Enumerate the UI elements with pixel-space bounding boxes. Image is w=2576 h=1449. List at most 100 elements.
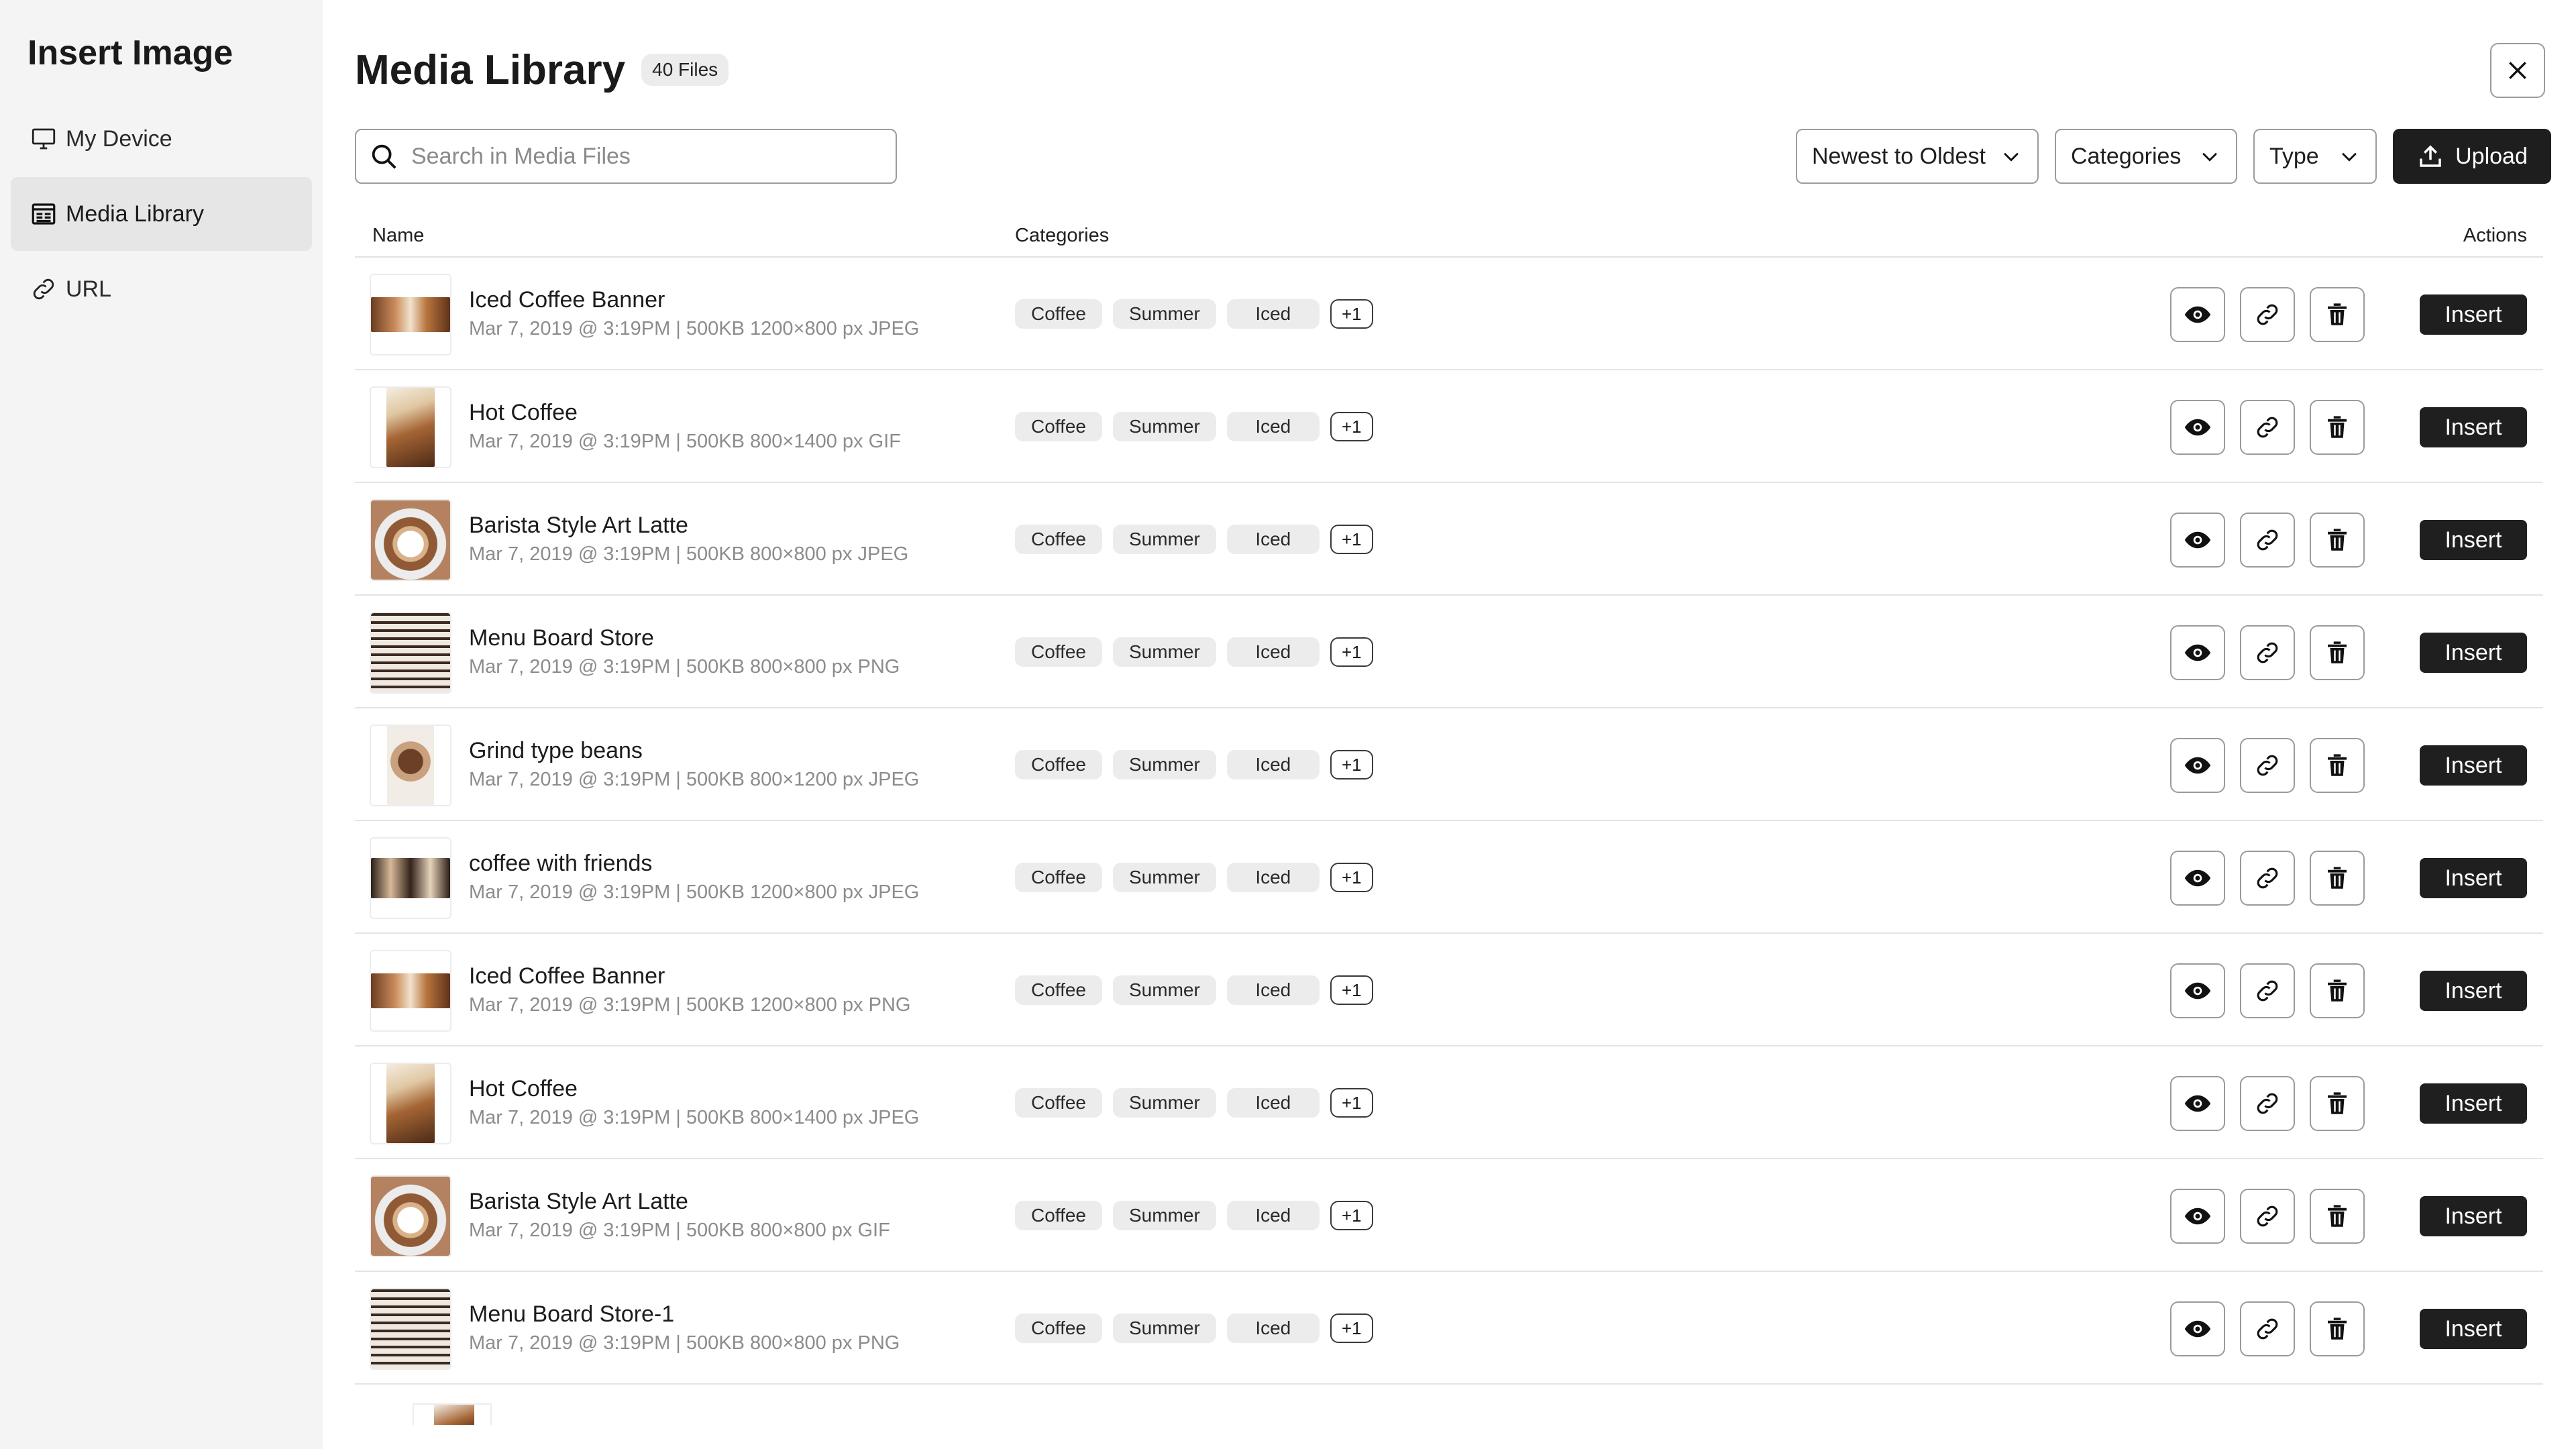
sort-select[interactable]: Newest to Oldest <box>1796 129 2039 184</box>
preview-button[interactable] <box>2170 851 2225 906</box>
thumbnail <box>370 612 451 694</box>
more-categories-badge[interactable]: +1 <box>1330 637 1373 667</box>
file-name: Menu Board Store <box>469 625 654 651</box>
type-select[interactable]: Type <box>2253 129 2377 184</box>
thumbnail <box>370 274 451 356</box>
category-tag-coffee: Coffee <box>1015 525 1102 554</box>
more-categories-badge[interactable]: +1 <box>1330 412 1373 441</box>
categories-select[interactable]: Categories <box>2055 129 2237 184</box>
row-actions: Insert <box>2170 1076 2527 1131</box>
preview-button[interactable] <box>2170 287 2225 342</box>
category-tag-iced: Iced <box>1226 863 1320 892</box>
category-tags: Coffee Summer Iced +1 <box>1015 525 1373 554</box>
insert-button[interactable]: Insert <box>2420 520 2527 560</box>
copy-link-button[interactable] <box>2240 1189 2295 1244</box>
table-row[interactable]: Barista Style Art Latte Mar 7, 2019 @ 3:… <box>355 1159 2543 1272</box>
search-icon <box>372 144 396 169</box>
preview-button[interactable] <box>2170 1189 2225 1244</box>
more-categories-badge[interactable]: +1 <box>1330 863 1373 892</box>
delete-button[interactable] <box>2310 625 2365 680</box>
thumbnail <box>370 950 451 1032</box>
copy-link-button[interactable] <box>2240 738 2295 793</box>
media-table: Name Categories Actions Iced Coffee Bann… <box>355 215 2543 1425</box>
copy-link-button[interactable] <box>2240 1301 2295 1356</box>
insert-button[interactable]: Insert <box>2420 633 2527 673</box>
more-categories-badge[interactable]: +1 <box>1330 975 1373 1005</box>
row-actions: Insert <box>2170 513 2527 568</box>
delete-button[interactable] <box>2310 1189 2365 1244</box>
delete-button[interactable] <box>2310 513 2365 568</box>
more-categories-badge[interactable]: +1 <box>1330 750 1373 780</box>
delete-button[interactable] <box>2310 1301 2365 1356</box>
sidebar-item-my-device[interactable]: My Device <box>11 102 312 176</box>
delete-button[interactable] <box>2310 287 2365 342</box>
link-icon <box>2257 642 2278 663</box>
delete-button[interactable] <box>2310 1076 2365 1131</box>
row-actions: Insert <box>2170 1301 2527 1356</box>
copy-link-button[interactable] <box>2240 1076 2295 1131</box>
insert-button[interactable]: Insert <box>2420 294 2527 335</box>
more-categories-badge[interactable]: +1 <box>1330 1201 1373 1230</box>
table-row[interactable]: Grind type beans Mar 7, 2019 @ 3:19PM | … <box>355 708 2543 821</box>
table-row[interactable]: coffee with friends Mar 7, 2019 @ 3:19PM… <box>355 821 2543 934</box>
preview-button[interactable] <box>2170 738 2225 793</box>
eye-icon <box>2184 306 2211 323</box>
insert-button[interactable]: Insert <box>2420 971 2527 1011</box>
insert-button[interactable]: Insert <box>2420 745 2527 786</box>
close-button[interactable] <box>2490 43 2545 98</box>
delete-button[interactable] <box>2310 400 2365 455</box>
sidebar-item-media-library[interactable]: Media Library <box>11 177 312 251</box>
insert-image-dialog: Insert Image My Device Media Library URL… <box>0 0 2576 1449</box>
link-icon <box>30 275 58 303</box>
category-tags: Coffee Summer Iced +1 <box>1015 863 1373 892</box>
table-row[interactable]: Hot Coffee Mar 7, 2019 @ 3:19PM | 500KB … <box>355 370 2543 483</box>
library-icon <box>30 200 58 228</box>
more-categories-badge[interactable]: +1 <box>1330 299 1373 329</box>
copy-link-button[interactable] <box>2240 400 2295 455</box>
sidebar-item-url[interactable]: URL <box>11 252 312 326</box>
insert-button[interactable]: Insert <box>2420 1309 2527 1349</box>
preview-button[interactable] <box>2170 1076 2225 1131</box>
category-tag-coffee: Coffee <box>1015 637 1102 667</box>
insert-button[interactable]: Insert <box>2420 1196 2527 1236</box>
table-row[interactable]: Barista Style Art Latte Mar 7, 2019 @ 3:… <box>355 483 2543 596</box>
copy-link-button[interactable] <box>2240 625 2295 680</box>
sidebar-item-label: Media Library <box>66 201 204 227</box>
table-row[interactable]: Iced Coffee Banner Mar 7, 2019 @ 3:19PM … <box>355 258 2543 370</box>
category-tag-coffee: Coffee <box>1015 299 1102 329</box>
insert-button[interactable]: Insert <box>2420 1083 2527 1124</box>
delete-button[interactable] <box>2310 851 2365 906</box>
link-icon <box>2257 980 2278 1002</box>
insert-button[interactable]: Insert <box>2420 858 2527 898</box>
table-row[interactable]: Iced Coffee Banner Mar 7, 2019 @ 3:19PM … <box>355 934 2543 1046</box>
table-row[interactable]: Menu Board Store-1 Mar 7, 2019 @ 3:19PM … <box>355 1272 2543 1385</box>
table-row[interactable]: Menu Board Store Mar 7, 2019 @ 3:19PM | … <box>355 596 2543 708</box>
preview-button[interactable] <box>2170 1301 2225 1356</box>
delete-button[interactable] <box>2310 963 2365 1018</box>
category-tag-iced: Iced <box>1226 750 1320 780</box>
search-input[interactable] <box>411 143 881 170</box>
preview-button[interactable] <box>2170 513 2225 568</box>
copy-link-button[interactable] <box>2240 851 2295 906</box>
column-header-categories: Categories <box>1015 224 1110 246</box>
more-categories-badge[interactable]: +1 <box>1330 1088 1373 1118</box>
preview-button[interactable] <box>2170 625 2225 680</box>
file-name: Iced Coffee Banner <box>469 963 665 989</box>
upload-button[interactable]: Upload <box>2393 129 2551 184</box>
copy-link-button[interactable] <box>2240 513 2295 568</box>
table-row[interactable]: Hot Coffee Mar 7, 2019 @ 3:19PM | 500KB … <box>355 1046 2543 1159</box>
category-tag-summer: Summer <box>1113 975 1216 1005</box>
category-tag-summer: Summer <box>1113 299 1216 329</box>
category-tags: Coffee Summer Iced +1 <box>1015 975 1373 1005</box>
column-header-actions: Actions <box>2463 224 2527 246</box>
copy-link-button[interactable] <box>2240 287 2295 342</box>
preview-button[interactable] <box>2170 963 2225 1018</box>
delete-button[interactable] <box>2310 738 2365 793</box>
more-categories-badge[interactable]: +1 <box>1330 1313 1373 1343</box>
more-categories-badge[interactable]: +1 <box>1330 525 1373 554</box>
preview-button[interactable] <box>2170 400 2225 455</box>
filter-bar: Newest to Oldest Categories Type Upload <box>1796 129 2551 184</box>
copy-link-button[interactable] <box>2240 963 2295 1018</box>
insert-button[interactable]: Insert <box>2420 407 2527 447</box>
file-meta: Mar 7, 2019 @ 3:19PM | 500KB 1200×800 px… <box>469 318 920 339</box>
